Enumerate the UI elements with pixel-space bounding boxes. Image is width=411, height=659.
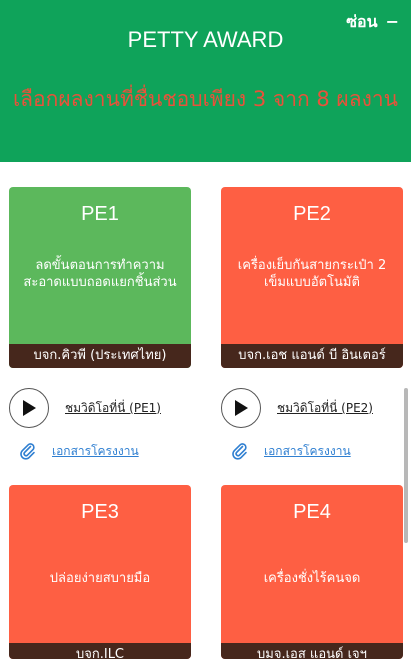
page-subtitle: เลือกผลงานที่ชื่นชอบเพียง 3 จาก 8 ผลงาน	[13, 87, 398, 111]
project-document-link[interactable]: เอกสารโครงงาน	[264, 442, 351, 461]
project-company: บจก.เอช แอนด์ บี อินเตอร์	[221, 344, 403, 368]
project-code: PE3	[81, 501, 119, 523]
video-row-pe2: ชมวิดิโอที่นี่ (PE2)	[221, 388, 373, 428]
play-button[interactable]	[9, 388, 49, 428]
paperclip-icon	[232, 443, 247, 460]
paperclip-icon	[20, 443, 35, 460]
project-description: เครื่องชั่งไร้คนจด	[263, 571, 361, 586]
header: ซ่อน − PETTY AWARD เลือกผลงานที่ชื่นชอบเพ…	[0, 0, 411, 162]
project-code: PE4	[293, 501, 331, 523]
project-company: บจก.คิวพี (ประเทศไทย)	[9, 344, 191, 368]
project-card-pe1[interactable]: PE1 ลดขั้นตอนการทำความสะอาดแบบถอดแยกชิ้น…	[9, 187, 191, 368]
project-description: เครื่องเย็บกันสายกระเป๋า 2 เข็มแบบอัตโนม…	[237, 258, 387, 290]
project-company: บมจ.เอส แอนด์ เจฯ	[221, 643, 403, 659]
video-link[interactable]: ชมวิดิโอที่นี่ (PE2)	[277, 399, 373, 418]
play-button[interactable]	[221, 388, 261, 428]
video-row-pe1: ชมวิดิโอที่นี่ (PE1)	[9, 388, 161, 428]
project-card-pe4[interactable]: PE4 เครื่องชั่งไร้คนจด บมจ.เอส แอนด์ เจฯ	[221, 485, 403, 659]
project-card-pe2[interactable]: PE2 เครื่องเย็บกันสายกระเป๋า 2 เข็มแบบอั…	[221, 187, 403, 368]
project-code: PE2	[293, 203, 331, 225]
project-description: ปล่อยง่ายสบายมือ	[49, 571, 151, 586]
page-title: PETTY AWARD	[127, 27, 284, 52]
project-card-pe3[interactable]: PE3 ปล่อยง่ายสบายมือ บจก.ILC	[9, 485, 191, 659]
project-company: บจก.ILC	[9, 643, 191, 659]
project-code: PE1	[81, 203, 119, 225]
scrollbar-thumb[interactable]	[404, 388, 408, 543]
doc-row-pe2: เอกสารโครงงาน	[232, 441, 351, 461]
project-document-link[interactable]: เอกสารโครงงาน	[52, 442, 139, 461]
video-link[interactable]: ชมวิดิโอที่นี่ (PE1)	[65, 399, 161, 418]
project-description: ลดขั้นตอนการทำความสะอาดแบบถอดแยกชิ้นส่วน	[23, 258, 177, 290]
play-icon	[235, 400, 248, 416]
play-icon	[23, 400, 36, 416]
doc-row-pe1: เอกสารโครงงาน	[20, 441, 139, 461]
